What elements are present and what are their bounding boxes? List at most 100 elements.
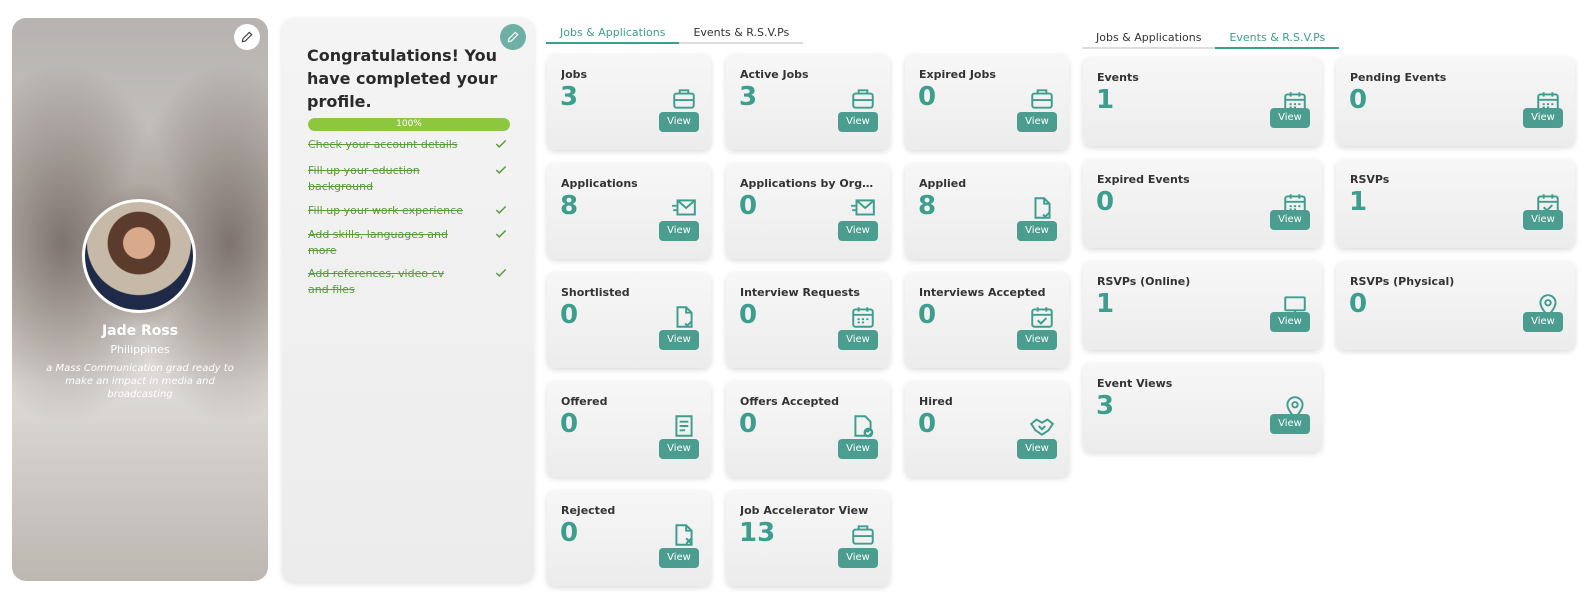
progress-label: 100%: [396, 119, 422, 129]
stat-card: Events 1 View: [1083, 57, 1322, 146]
view-button[interactable]: View: [1270, 312, 1310, 332]
document-check-icon: [676, 306, 693, 328]
card-value: 0: [560, 409, 579, 439]
stat-card: Rejected 0 View: [547, 490, 711, 586]
checkmark-icon: [495, 268, 507, 277]
view-button[interactable]: View: [1523, 312, 1563, 332]
events-tabbar: Jobs & Applications Events & R.S.V.Ps: [1082, 29, 1340, 49]
task-label: Fill up your eduction background: [308, 164, 420, 193]
view-button[interactable]: View: [1017, 112, 1057, 132]
card-value: 0: [1349, 289, 1368, 319]
checkmark-icon: [495, 165, 507, 174]
task-label: Check your account details: [308, 138, 458, 151]
view-button[interactable]: View: [659, 439, 699, 459]
card-value: 0: [918, 300, 937, 330]
profile-card: Jade Ross Philippines a Mass Communicati…: [12, 18, 268, 581]
checkmark-icon: [495, 229, 507, 238]
card-value: 8: [918, 191, 937, 221]
tab-jobs-applications[interactable]: Jobs & Applications: [546, 24, 680, 44]
task-label: Add skills, languages and more: [308, 228, 448, 257]
stat-card: Jobs 3 View: [547, 54, 711, 150]
calendar-check-icon: [1031, 307, 1053, 328]
card-title: RSVPs (Online): [1097, 275, 1191, 288]
view-button[interactable]: View: [838, 439, 878, 459]
card-title: Rejected: [561, 504, 616, 517]
completion-title: Congratulations! You have completed your…: [307, 46, 498, 111]
jobs-tabbar: Jobs & Applications Events & R.S.V.Ps: [546, 24, 804, 44]
checkmark-icon: [495, 139, 507, 148]
briefcase-icon: [852, 525, 874, 545]
edit-profile-button[interactable]: [234, 24, 260, 50]
avatar: [82, 199, 196, 313]
card-title: Interview Requests: [740, 286, 860, 299]
view-button[interactable]: View: [659, 112, 699, 132]
view-button[interactable]: View: [1523, 108, 1563, 128]
view-button[interactable]: View: [838, 112, 878, 132]
card-value: 0: [918, 82, 937, 112]
card-title: Applications: [561, 177, 638, 190]
card-value: 8: [560, 191, 579, 221]
briefcase-icon: [673, 89, 695, 109]
card-title: Shortlisted: [561, 286, 630, 299]
view-button[interactable]: View: [1270, 108, 1310, 128]
view-button[interactable]: View: [838, 548, 878, 568]
stat-card: Expired Events 0 View: [1083, 159, 1322, 248]
completion-task[interactable]: Check your account details: [308, 137, 508, 153]
card-title: Offered: [561, 395, 608, 408]
view-button[interactable]: View: [838, 221, 878, 241]
card-title: Expired Events: [1097, 173, 1190, 186]
briefcase-icon: [1031, 89, 1053, 109]
card-title: Expired Jobs: [919, 68, 996, 81]
view-button[interactable]: View: [1017, 221, 1057, 241]
calendar-icon: [852, 307, 874, 328]
stat-card: Offered 0 View: [547, 381, 711, 477]
card-title: Offers Accepted: [740, 395, 840, 408]
stat-card: Expired Jobs 0 View: [905, 54, 1069, 150]
view-button[interactable]: View: [659, 221, 699, 241]
view-button[interactable]: View: [1017, 439, 1057, 459]
stat-card: Shortlisted 0 View: [547, 272, 711, 368]
view-button[interactable]: View: [659, 330, 699, 350]
card-value: 1: [1096, 85, 1115, 115]
card-value: 13: [739, 518, 776, 548]
tab-jobs-applications[interactable]: Jobs & Applications: [1082, 29, 1216, 49]
card-title: Pending Events: [1350, 71, 1447, 84]
card-title: Events: [1097, 71, 1139, 84]
task-label: Fill up your work experience: [308, 204, 463, 217]
stat-card: Pending Events 0 View: [1336, 57, 1575, 146]
card-value: 0: [918, 409, 937, 439]
card-value: 1: [1096, 289, 1115, 319]
completion-task[interactable]: Fill up your work experience: [308, 203, 508, 219]
stat-card: Applied 8 View: [905, 163, 1069, 259]
card-title: Event Views: [1097, 377, 1173, 390]
document-check-icon: [1034, 197, 1051, 219]
view-button[interactable]: View: [1523, 210, 1563, 230]
stat-card: RSVPs 1 View: [1336, 159, 1575, 248]
tab-events-rsvps[interactable]: Events & R.S.V.Ps: [679, 24, 804, 44]
view-button[interactable]: View: [1270, 414, 1310, 434]
profile-country: Philippines: [110, 343, 170, 356]
stat-card: Applications by Orga... 0 View: [726, 163, 890, 259]
view-button[interactable]: View: [838, 330, 878, 350]
view-button[interactable]: View: [659, 548, 699, 568]
card-value: 3: [560, 82, 579, 112]
stat-card: Applications 8 View: [547, 163, 711, 259]
view-button[interactable]: View: [1270, 210, 1310, 230]
pencil-icon: [507, 31, 519, 43]
completion-task[interactable]: Fill up your eduction background: [308, 163, 508, 195]
completion-task[interactable]: Add skills, languages and more: [308, 227, 508, 259]
stat-card: Interviews Accepted 0 View: [905, 272, 1069, 368]
card-title: Job Accelerator View: [740, 504, 869, 517]
stat-card: Active Jobs 3 View: [726, 54, 890, 150]
stat-card: Event Views 3 View: [1083, 363, 1322, 452]
stat-card: RSVPs (Online) 1 View: [1083, 261, 1322, 350]
document-list-icon: [675, 415, 693, 437]
view-button[interactable]: View: [1017, 330, 1057, 350]
briefcase-icon: [852, 89, 874, 109]
document-badge-icon: [854, 415, 874, 438]
completion-progress-bar: 100%: [308, 118, 510, 131]
tab-events-rsvps[interactable]: Events & R.S.V.Ps: [1215, 29, 1340, 49]
profile-bio: a Mass Communication grad ready to make …: [46, 363, 234, 400]
completion-task[interactable]: Add references, video cv and files: [308, 266, 508, 298]
card-value: 0: [560, 518, 579, 548]
